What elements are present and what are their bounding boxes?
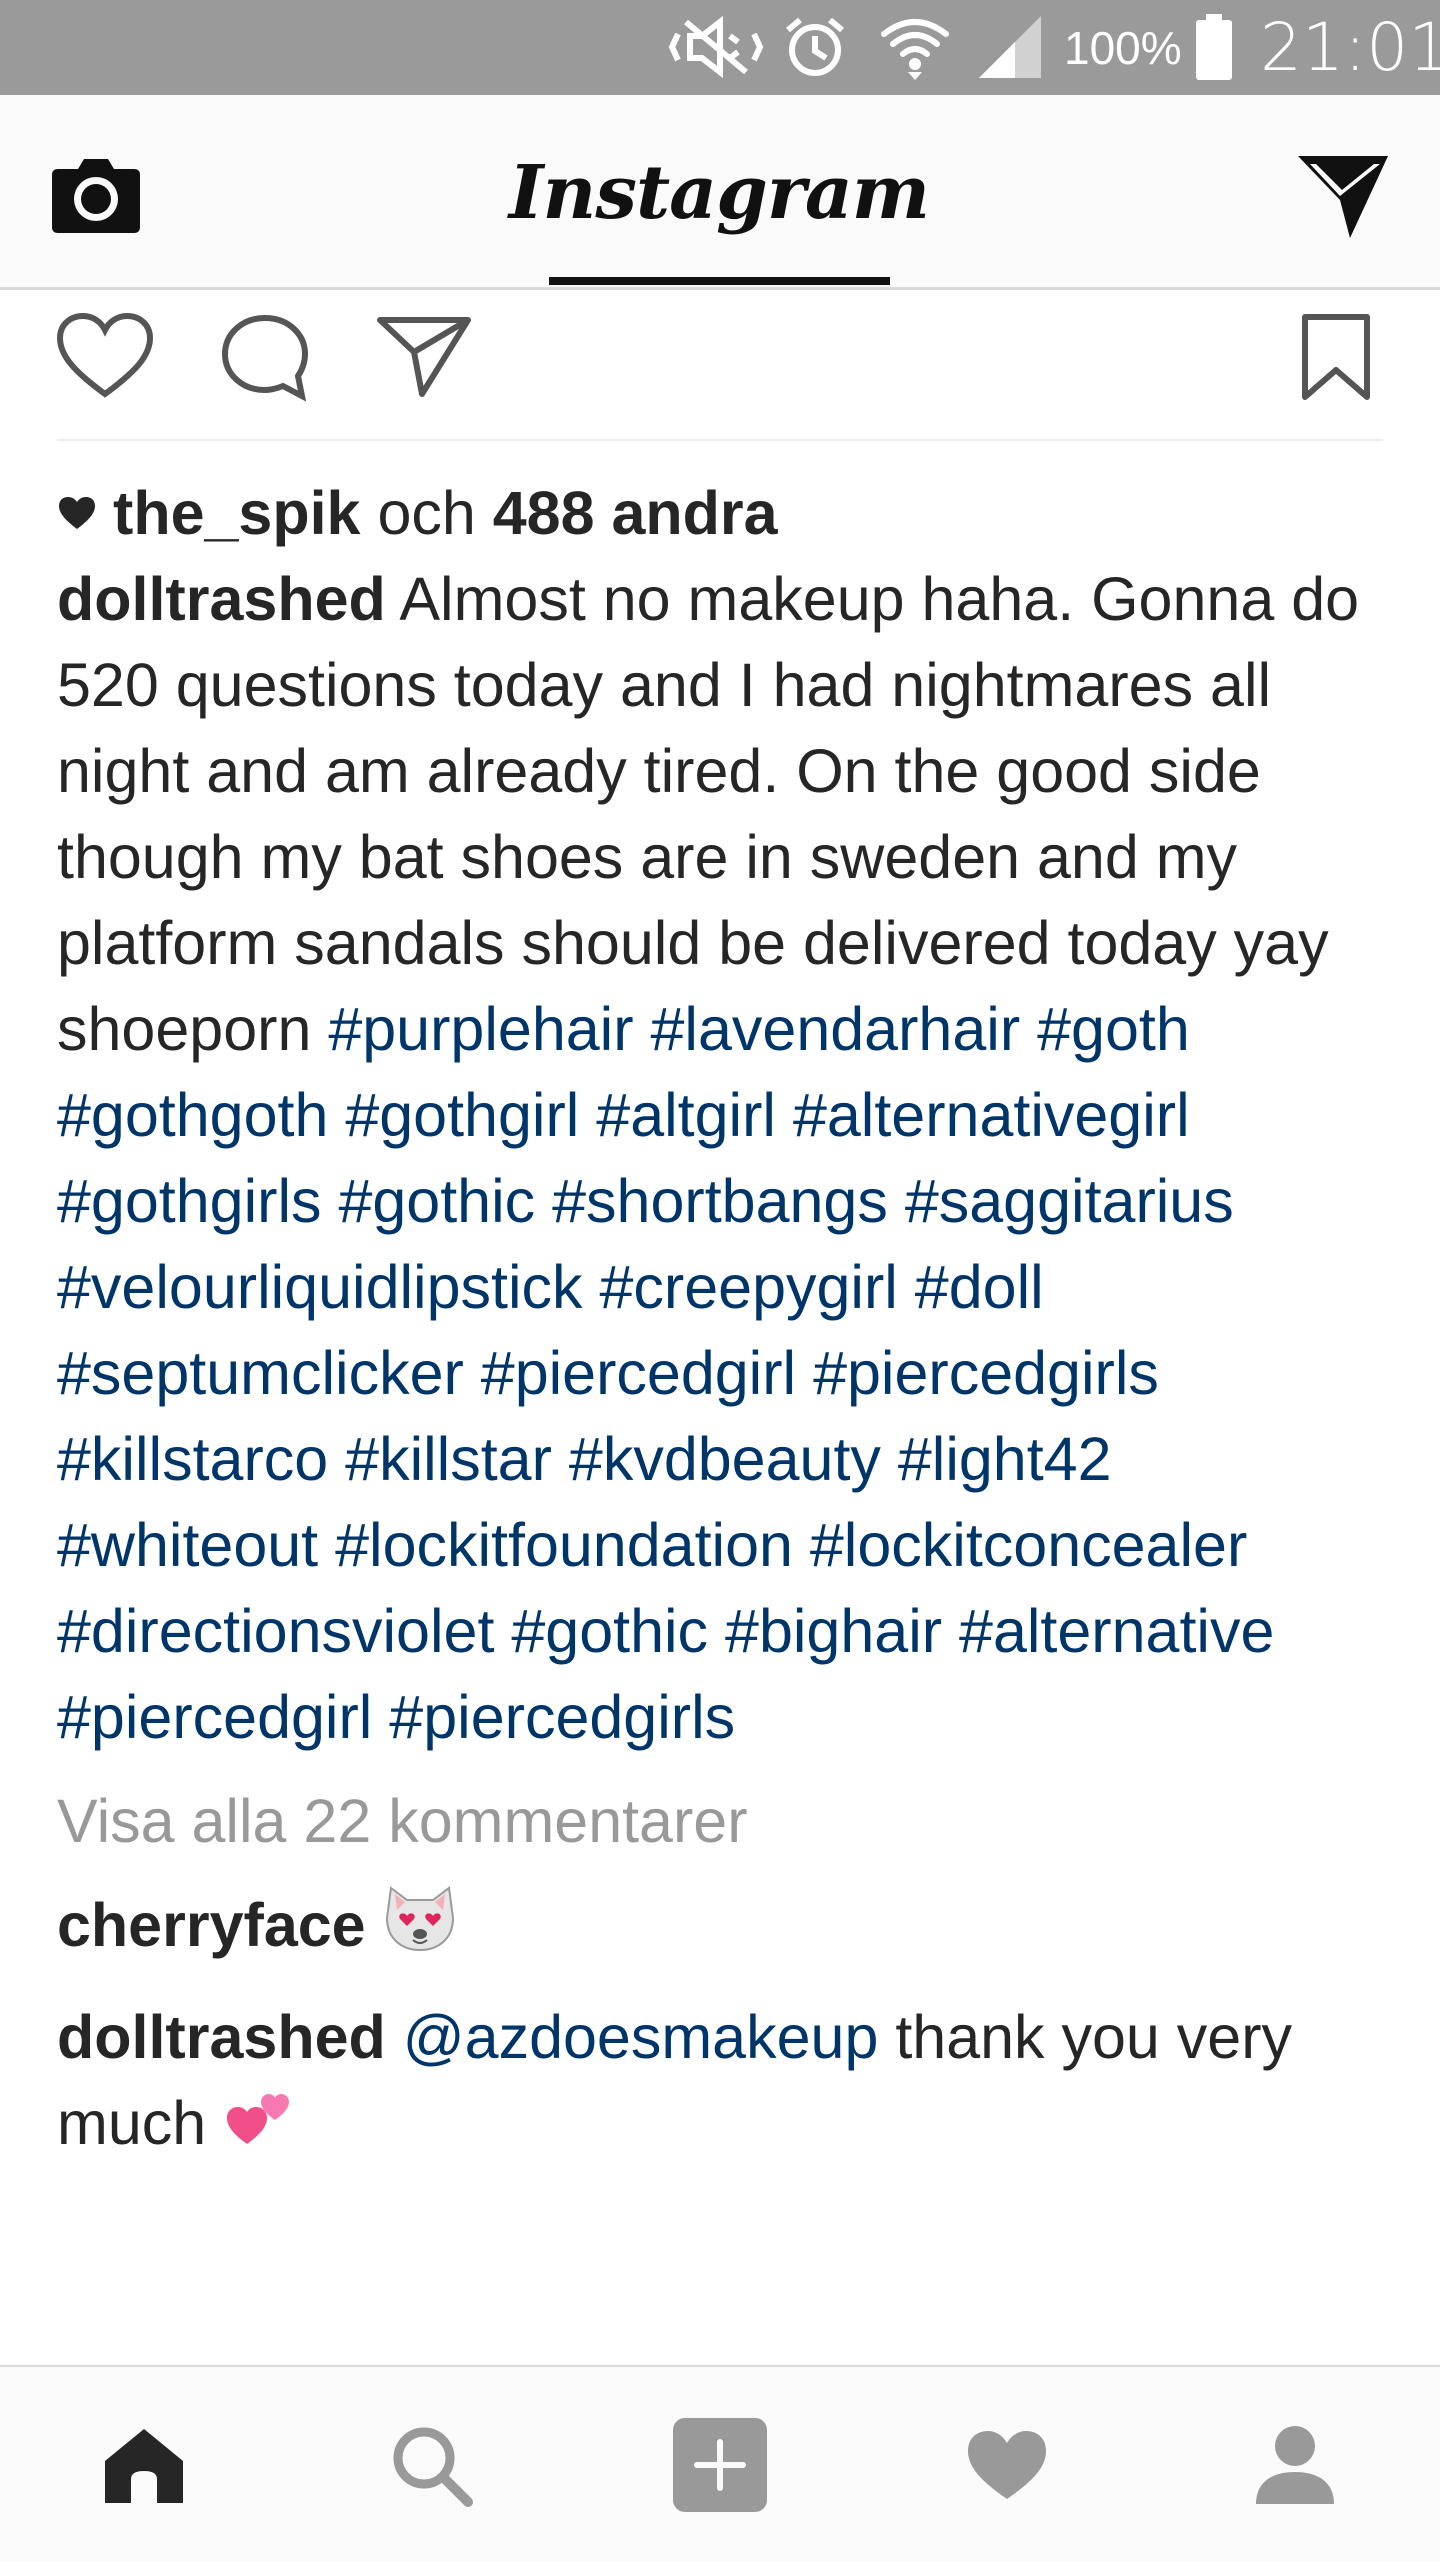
profile-icon xyxy=(1256,2426,1334,2504)
liker-username[interactable]: the_spik xyxy=(113,470,361,556)
mute-vibrate-icon xyxy=(668,14,764,80)
hashtag-link[interactable]: #gothgirls xyxy=(57,1167,322,1235)
heart-icon xyxy=(56,312,154,398)
direct-button[interactable] xyxy=(1296,150,1390,240)
nav-search[interactable] xyxy=(381,2415,481,2515)
hashtag-link[interactable]: #bighair xyxy=(725,1597,942,1665)
hashtag-link[interactable]: #piercedgirls xyxy=(389,1683,735,1751)
app-header: Instagram xyxy=(0,95,1440,290)
add-post-icon xyxy=(673,2418,767,2512)
camera-button[interactable] xyxy=(50,155,142,235)
hashtag-link[interactable]: #creepygirl xyxy=(599,1253,897,1321)
hashtag-link[interactable]: #septumclicker xyxy=(57,1339,464,1407)
bottom-navigation xyxy=(0,2365,1440,2562)
logo-text: Instagram xyxy=(508,150,930,236)
hashtag-link[interactable]: #whiteout xyxy=(57,1511,318,1579)
hashtag-link[interactable]: #gothic xyxy=(511,1597,708,1665)
direct-send-icon xyxy=(1298,156,1388,238)
divider xyxy=(57,439,1383,441)
caption-author[interactable]: dolltrashed xyxy=(57,565,386,633)
feed-tab-indicator xyxy=(549,277,890,285)
comment-button[interactable] xyxy=(220,312,310,407)
share-button[interactable] xyxy=(376,312,472,403)
save-button[interactable] xyxy=(1300,312,1372,407)
hashtag-link[interactable]: #kvdbeauty xyxy=(569,1425,881,1493)
hashtag-link[interactable]: #gothic xyxy=(338,1167,535,1235)
hashtag-link[interactable]: #gothgoth xyxy=(57,1081,328,1149)
nav-home[interactable] xyxy=(94,2415,194,2515)
heart-filled-icon xyxy=(59,497,95,529)
hashtag-link[interactable]: #doll xyxy=(915,1253,1044,1321)
likes-connector: och xyxy=(360,479,493,547)
comment-item: cherryface xyxy=(57,1882,1387,1976)
clock: 21:01 xyxy=(1260,9,1440,86)
caption-hashtags: #purplehair #lavendarhair #goth #gothgot… xyxy=(57,995,1274,1751)
comment-icon xyxy=(221,314,309,402)
post-actions xyxy=(0,290,1440,440)
hashtag-link[interactable]: #light42 xyxy=(898,1425,1112,1493)
hashtag-link[interactable]: #piercedgirl xyxy=(481,1339,796,1407)
hashtag-link[interactable]: #piercedgirl xyxy=(57,1683,372,1751)
hashtag-link[interactable]: #gothgirl xyxy=(345,1081,579,1149)
hashtag-link[interactable]: #velourliquidlipstick xyxy=(57,1253,583,1321)
cat-heart-eyes-emoji xyxy=(383,1884,457,1976)
alarm-icon xyxy=(782,14,848,80)
hashtag-link[interactable]: #shortbangs xyxy=(552,1167,888,1235)
post-details: the_spik och 488 andra dolltrashed Almos… xyxy=(57,470,1387,2172)
search-icon xyxy=(393,2427,473,2507)
comment-text xyxy=(366,1891,383,1959)
hashtag-link[interactable]: #killstar xyxy=(345,1425,552,1493)
comment-username[interactable]: dolltrashed xyxy=(57,2003,386,2071)
signal-icon xyxy=(975,14,1045,80)
hashtag-link[interactable]: #alternative xyxy=(959,1597,1274,1665)
bookmark-icon xyxy=(1302,314,1370,400)
instagram-logo[interactable]: Instagram xyxy=(509,143,930,243)
wifi-icon xyxy=(878,14,952,80)
like-button[interactable] xyxy=(55,312,155,407)
nav-profile[interactable] xyxy=(1245,2415,1345,2515)
battery-icon xyxy=(1194,14,1234,80)
hashtag-link[interactable]: #piercedgirls xyxy=(813,1339,1159,1407)
battery-percent: 100% xyxy=(1064,21,1182,74)
likes-count[interactable]: 488 andra xyxy=(493,470,778,556)
hashtag-link[interactable]: #altgirl xyxy=(596,1081,776,1149)
camera-icon xyxy=(52,159,140,233)
comment-item: dolltrashed @azdoesmakeup thank you very… xyxy=(57,1994,1387,2172)
caption: dolltrashed Almost no makeup haha. Gonna… xyxy=(57,556,1387,1760)
nav-add[interactable] xyxy=(670,2415,770,2515)
hashtag-link[interactable]: #lockitfoundation xyxy=(335,1511,793,1579)
hashtag-link[interactable]: #saggitarius xyxy=(905,1167,1234,1235)
view-all-comments-link[interactable]: Visa alla 22 kommentarer xyxy=(57,1778,1387,1864)
home-icon xyxy=(105,2429,183,2503)
hashtag-link[interactable]: #lockitconcealer xyxy=(810,1511,1247,1579)
caption-text: Almost no makeup haha. Gonna do 520 ques… xyxy=(57,565,1360,1063)
hashtag-link[interactable]: #alternativegirl xyxy=(793,1081,1190,1149)
comment-username[interactable]: cherryface xyxy=(57,1891,366,1959)
nav-activity[interactable] xyxy=(957,2415,1057,2515)
hashtag-link[interactable]: #purplehair xyxy=(328,995,633,1063)
hashtag-link[interactable]: #directionsviolet xyxy=(57,1597,494,1665)
comment-mention[interactable]: @azdoesmakeup xyxy=(403,2003,879,2071)
hashtag-link[interactable]: #lavendarhair xyxy=(651,995,1021,1063)
share-icon xyxy=(377,317,471,397)
two-hearts-emoji xyxy=(223,2084,295,2172)
likes-line[interactable]: the_spik och 488 andra xyxy=(57,470,1387,556)
hashtag-link[interactable]: #goth xyxy=(1037,995,1190,1063)
hashtag-link[interactable]: #killstarco xyxy=(57,1425,328,1493)
activity-heart-icon xyxy=(968,2431,1046,2499)
status-bar: 100% 21:01 xyxy=(0,0,1440,95)
